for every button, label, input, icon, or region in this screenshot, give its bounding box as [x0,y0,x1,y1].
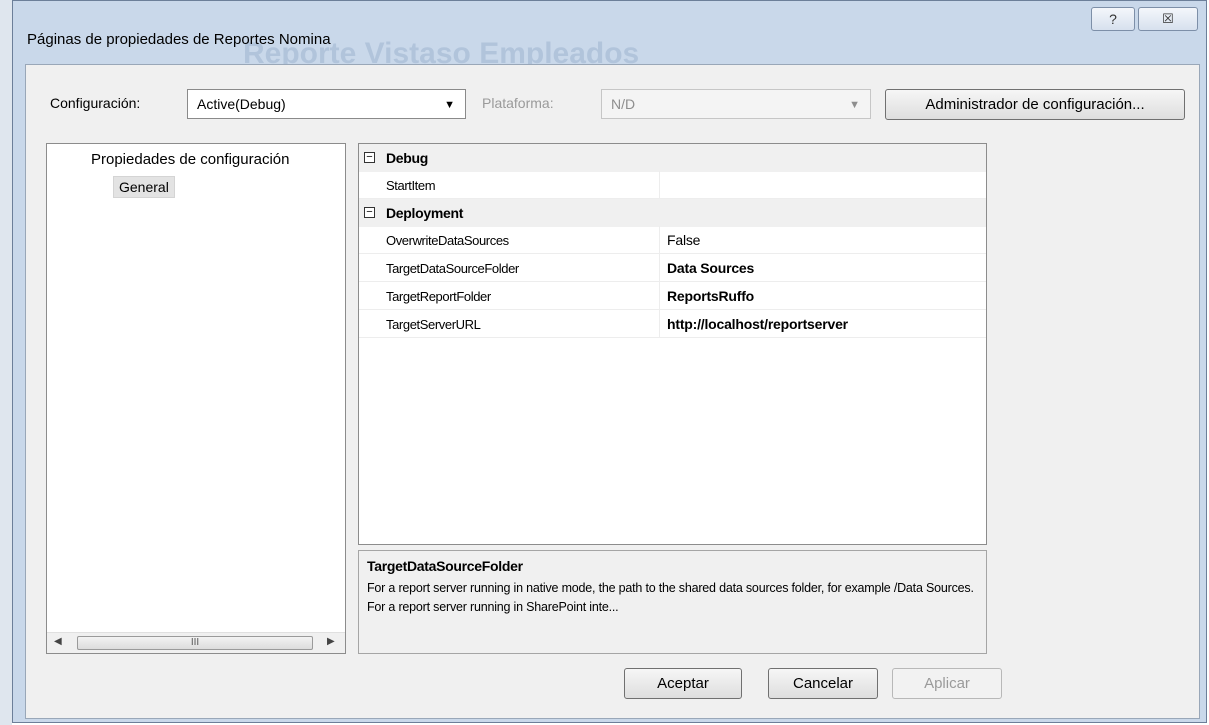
configuration-combo[interactable]: Active(Debug) ▼ [187,89,466,119]
help-button[interactable]: ? [1091,7,1135,31]
property-description-pane: TargetDataSourceFolder For a report serv… [358,550,987,654]
collapse-icon[interactable]: − [364,207,375,218]
property-name: TargetServerURL [386,317,481,332]
category-row-deployment[interactable]: − Deployment [359,199,986,227]
property-name: TargetDataSourceFolder [386,261,519,276]
category-row-debug[interactable]: − Debug [359,144,986,172]
platform-value: N/D [611,96,636,112]
category-name: Debug [386,150,429,166]
close-icon: ☒ [1162,11,1174,26]
horizontal-scrollbar[interactable]: ◀ III ▶ [47,632,345,653]
column-divider [659,310,660,337]
cancel-button[interactable]: Cancelar [768,668,878,699]
platform-combo[interactable]: N/D ▼ [601,89,871,119]
tree-item-general[interactable]: General [113,176,175,198]
dialog-client-area: Configuración: Active(Debug) ▼ Plataform… [25,64,1200,719]
column-divider [659,254,660,281]
property-row-startitem[interactable]: StartItem [359,171,986,199]
scroll-right-icon[interactable]: ▶ [327,636,335,647]
background-app-edge [0,0,12,725]
scroll-left-icon[interactable]: ◀ [54,636,62,647]
dropdown-arrow-icon: ▼ [444,99,455,111]
property-row-targetreportfolder[interactable]: TargetReportFolder ReportsRuffo [359,282,986,310]
property-value[interactable]: Data Sources [667,260,754,276]
property-name: OverwriteDataSources [386,233,509,248]
property-row-overwritedatasources[interactable]: OverwriteDataSources False [359,226,986,254]
description-text: For a report server running in native mo… [367,581,974,614]
property-row-targetdatasourcefolder[interactable]: TargetDataSourceFolder Data Sources [359,254,986,282]
column-divider [659,226,660,253]
tree-root-item[interactable]: Propiedades de configuración [91,151,289,168]
configuration-value: Active(Debug) [197,96,286,112]
ok-button[interactable]: Aceptar [624,668,742,699]
column-divider [659,282,660,309]
property-name: TargetReportFolder [386,289,491,304]
close-button[interactable]: ☒ [1138,7,1198,31]
property-value[interactable]: False [667,232,700,248]
collapse-icon[interactable]: − [364,152,375,163]
property-value[interactable]: http://localhost/reportserver [667,316,848,332]
configuration-manager-button[interactable]: Administrador de configuración... [885,89,1185,120]
configuration-tree: Propiedades de configuración General ◀ I… [46,143,346,654]
category-name: Deployment [386,205,464,221]
apply-button[interactable]: Aplicar [892,668,1002,699]
dropdown-arrow-icon: ▼ [849,99,860,111]
property-row-targetserverurl[interactable]: TargetServerURL http://localhost/reports… [359,310,986,338]
property-value[interactable]: ReportsRuffo [667,288,754,304]
scroll-thumb[interactable]: III [77,636,313,650]
platform-label: Plataforma: [482,95,554,111]
question-mark-icon: ? [1109,11,1117,27]
dialog-title: Páginas de propiedades de Reportes Nomin… [27,31,331,48]
property-grid: − Debug StartItem − Deployment Overwrite… [358,143,987,545]
property-pages-dialog: Reporte Vistaso Empleados Páginas de pro… [12,0,1207,723]
description-title: TargetDataSourceFolder [367,558,523,574]
column-divider [659,171,660,198]
property-name: StartItem [386,178,436,193]
configuration-label: Configuración: [50,95,141,111]
